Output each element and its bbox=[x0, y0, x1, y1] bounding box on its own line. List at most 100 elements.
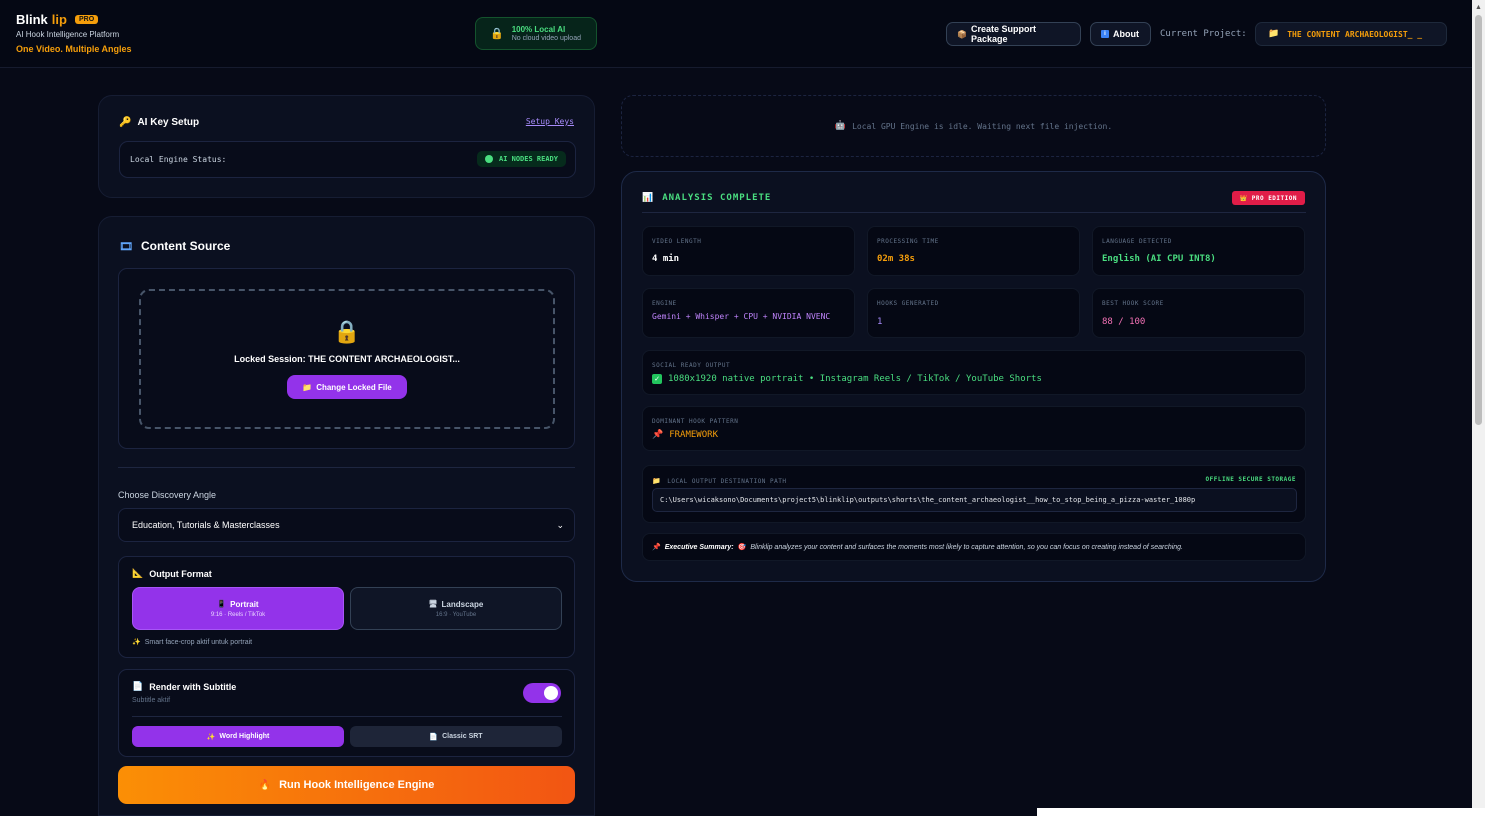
landscape-label: Landscape bbox=[441, 599, 484, 609]
engine-status-label: Local Engine Status: bbox=[130, 155, 227, 164]
analysis-divider bbox=[642, 212, 1306, 213]
document-icon: 📄 bbox=[132, 681, 144, 691]
offline-storage-badge: OFFLINE SECURE STORAGE bbox=[1205, 476, 1296, 483]
output-path-label-text: LOCAL OUTPUT DESTINATION PATH bbox=[667, 477, 787, 485]
film-icon: 🎞 bbox=[119, 240, 133, 253]
social-output-row: ✓ 1080x1920 native portrait • Instagram … bbox=[652, 374, 1042, 384]
output-path-label: 📁 LOCAL OUTPUT DESTINATION PATH bbox=[652, 477, 786, 485]
locked-session-text: Locked Session: THE CONTENT ARCHAEOLOGIS… bbox=[234, 354, 460, 364]
brand-title: Blink lip PRO bbox=[16, 12, 132, 27]
current-project-value: THE CONTENT ARCHAEOLOGIST_ _ bbox=[1287, 29, 1423, 39]
create-support-package-button[interactable]: 📦 Create Support Package bbox=[946, 22, 1081, 46]
about-button[interactable]: i About bbox=[1090, 22, 1151, 46]
folder-icon: 📁 bbox=[302, 382, 313, 392]
stat-value: English (AI CPU INT8) bbox=[1102, 254, 1216, 264]
classic-srt-button[interactable]: 📄 Classic SRT bbox=[350, 726, 562, 747]
local-badge-subtitle: No cloud video upload bbox=[511, 35, 581, 42]
output-path-field[interactable]: C:\Users\wicaksono\Documents\project5\bl… bbox=[652, 488, 1297, 512]
target-icon: 🎯 bbox=[737, 544, 747, 551]
discovery-angle-select[interactable]: Education, Tutorials & Masterclasses ⌄ bbox=[118, 508, 575, 542]
summary-label: Executive Summary: bbox=[664, 543, 734, 551]
ai-key-title-text: AI Key Setup bbox=[137, 117, 200, 128]
crown-icon: 👑 bbox=[1239, 194, 1248, 202]
scroll-up-arrow-icon[interactable]: ▲ bbox=[1475, 4, 1482, 11]
change-file-label: Change Locked File bbox=[316, 382, 392, 392]
stat-value: 02m 38s bbox=[877, 254, 915, 264]
social-output-label: SOCIAL READY OUTPUT bbox=[652, 362, 731, 369]
stat-hooks: HOOKS GENERATED 1 bbox=[867, 288, 1080, 338]
bottom-edge-strip bbox=[1037, 808, 1485, 816]
analysis-title-text: ANALYSIS COMPLETE bbox=[662, 193, 772, 203]
robot-icon: 🤖 bbox=[834, 121, 847, 131]
checkmark-icon: ✓ bbox=[652, 374, 662, 384]
change-locked-file-button[interactable]: 📁 Change Locked File bbox=[287, 375, 407, 399]
content-source-title-text: Content Source bbox=[140, 239, 231, 253]
file-dropzone[interactable]: 🔒 Locked Session: THE CONTENT ARCHAEOLOG… bbox=[139, 289, 555, 429]
subtitle-divider bbox=[132, 716, 562, 717]
ai-key-title: 🔑 AI Key Setup bbox=[119, 117, 199, 128]
hook-pattern-row: 📌 FRAMEWORK bbox=[652, 430, 718, 440]
engine-idle-box: 🤖 Local GPU Engine is idle. Waiting next… bbox=[621, 95, 1326, 157]
portrait-format-button[interactable]: 📱 Portrait 9:16 · Reels / TikTok bbox=[132, 587, 344, 630]
run-engine-label: Run Hook Intelligence Engine bbox=[279, 779, 435, 791]
output-path-box: 📁 LOCAL OUTPUT DESTINATION PATH OFFLINE … bbox=[642, 465, 1306, 523]
brand-name-part-2: lip bbox=[51, 12, 67, 27]
hook-pattern-value: FRAMEWORK bbox=[669, 430, 718, 440]
word-highlight-button[interactable]: ✨ Word Highlight bbox=[132, 726, 344, 747]
stat-label: HOOKS GENERATED bbox=[877, 300, 939, 307]
current-project-selector[interactable]: 📁 THE CONTENT ARCHAEOLOGIST_ _ bbox=[1255, 22, 1447, 46]
info-icon: i bbox=[1101, 30, 1109, 38]
social-output-box: SOCIAL READY OUTPUT ✓ 1080x1920 native p… bbox=[642, 350, 1306, 395]
pin-icon: 📌 bbox=[652, 430, 664, 440]
brand-subtitle: AI Hook Intelligence Platform bbox=[16, 30, 120, 39]
subtitle-toggle[interactable] bbox=[523, 683, 561, 703]
setup-keys-link[interactable]: Setup Keys bbox=[526, 117, 574, 126]
stat-label: ENGINE bbox=[652, 300, 677, 307]
flame-icon: 🔥 bbox=[258, 779, 272, 791]
brand-block: Blink lip PRO AI Hook Intelligence Platf… bbox=[16, 12, 132, 54]
output-format-title-text: Output Format bbox=[149, 568, 212, 579]
hook-pattern-box: DOMINANT HOOK PATTERN 📌 FRAMEWORK bbox=[642, 406, 1306, 451]
analysis-panel: 📊 ANALYSIS COMPLETE 👑 PRO EDITION VIDEO … bbox=[621, 171, 1326, 582]
classic-srt-label: Classic SRT bbox=[442, 733, 483, 740]
stat-value: 4 min bbox=[652, 254, 680, 264]
stat-label: BEST HOOK SCORE bbox=[1102, 300, 1164, 307]
engine-status-box: Local Engine Status: AI NODES READY bbox=[119, 141, 576, 178]
subtitle-title-text: Render with Subtitle bbox=[149, 681, 237, 692]
stat-value: 88 / 100 bbox=[1102, 317, 1146, 327]
summary-text: Blinklip analyzes your content and surfa… bbox=[750, 543, 1183, 551]
ruler-icon: 📐 bbox=[132, 568, 144, 578]
phone-icon: 📱 bbox=[217, 601, 227, 608]
output-format-box: 📐 Output Format 📱 Portrait 9:16 · Reels /… bbox=[118, 556, 575, 658]
page-scrollbar[interactable]: ▲ bbox=[1472, 0, 1485, 808]
run-engine-button[interactable]: 🔥 Run Hook Intelligence Engine bbox=[118, 766, 575, 804]
about-button-label: About bbox=[1113, 29, 1139, 39]
hook-pattern-label: DOMINANT HOOK PATTERN bbox=[652, 418, 739, 425]
analysis-title: 📊 ANALYSIS COMPLETE bbox=[642, 193, 771, 203]
executive-summary: 📌 Executive Summary: 🎯 Blinklip analyzes… bbox=[642, 533, 1306, 561]
stat-language: LANGUAGE DETECTED English (AI CPU INT8) bbox=[1092, 226, 1305, 276]
landscape-format-button[interactable]: 🖥 Landscape 16:9 · YouTube bbox=[350, 587, 562, 630]
pro-edition-badge: 👑 PRO EDITION bbox=[1231, 191, 1305, 205]
local-ai-badge: 🔒 100% Local AI No cloud video upload bbox=[475, 17, 597, 50]
padlock-icon: 🔒 bbox=[333, 319, 361, 344]
stat-value: Gemini + Whisper + CPU + NVIDIA NVENC bbox=[652, 312, 831, 321]
stat-video-length: VIDEO LENGTH 4 min bbox=[642, 226, 855, 276]
subtitle-box: 📄 Render with Subtitle Subtitle aktif ✨ … bbox=[118, 669, 575, 757]
stat-label: VIDEO LENGTH bbox=[652, 238, 702, 245]
file-icon: 📄 bbox=[429, 733, 439, 741]
status-badge-text: AI NODES READY bbox=[498, 155, 558, 163]
social-output-value: 1080x1920 native portrait • Instagram Re… bbox=[668, 374, 1042, 384]
scroll-thumb[interactable] bbox=[1475, 15, 1482, 425]
content-source-title: 🎞 Content Source bbox=[119, 239, 230, 253]
ai-key-setup-card: 🔑 AI Key Setup Setup Keys Local Engine S… bbox=[98, 95, 595, 198]
portrait-sub: 9:16 · Reels / TikTok bbox=[210, 611, 266, 618]
format-hint: ✨ Smart face-crop aktif untuk portrait bbox=[132, 638, 252, 647]
monitor-icon: 🖥 bbox=[428, 601, 438, 608]
package-icon: 📦 bbox=[957, 29, 967, 39]
support-button-label: Create Support Package bbox=[970, 24, 1036, 44]
current-project-label: Current Project: bbox=[1160, 29, 1247, 39]
landscape-sub: 16:9 · YouTube bbox=[435, 611, 477, 618]
status-badge: AI NODES READY bbox=[476, 151, 566, 167]
pro-tag: PRO bbox=[74, 15, 99, 24]
